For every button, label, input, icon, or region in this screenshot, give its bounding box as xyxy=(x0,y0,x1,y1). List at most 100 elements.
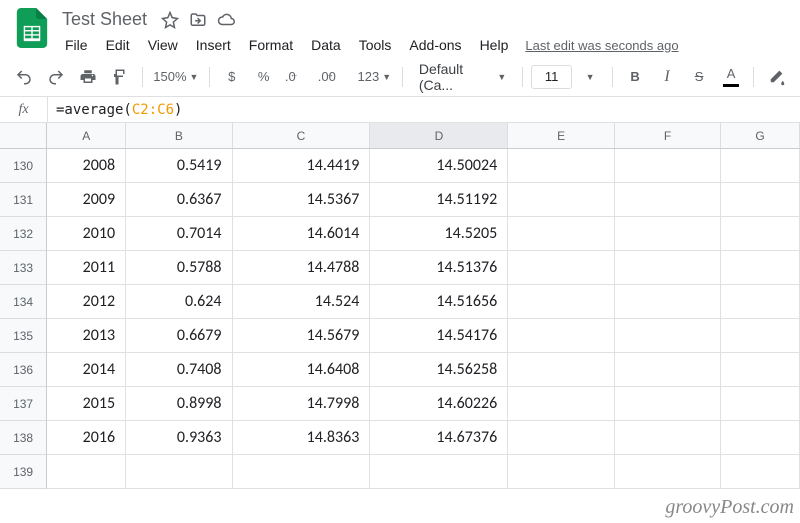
column-header-c[interactable]: C xyxy=(233,123,371,148)
cell[interactable]: 0.7408 xyxy=(126,353,232,387)
cell[interactable]: 14.50024 xyxy=(370,149,508,183)
italic-button[interactable]: I xyxy=(653,63,681,91)
cell[interactable] xyxy=(721,217,800,251)
row-header[interactable]: 134 xyxy=(0,285,47,319)
cell[interactable] xyxy=(721,149,800,183)
print-button[interactable] xyxy=(74,63,102,91)
cell[interactable]: 14.5205 xyxy=(370,217,508,251)
cell[interactable]: 14.4419 xyxy=(233,149,371,183)
cloud-status-icon[interactable] xyxy=(217,11,235,29)
cell[interactable] xyxy=(615,285,721,319)
column-header-b[interactable]: B xyxy=(126,123,232,148)
cell[interactable] xyxy=(508,251,614,285)
cell[interactable]: 14.5679 xyxy=(233,319,371,353)
cell[interactable] xyxy=(721,285,800,319)
cell[interactable] xyxy=(508,149,614,183)
row-header[interactable]: 139 xyxy=(0,455,47,489)
row-header[interactable]: 135 xyxy=(0,319,47,353)
cell[interactable] xyxy=(721,387,800,421)
zoom-dropdown[interactable]: 150%▼ xyxy=(151,63,201,91)
star-icon[interactable] xyxy=(161,11,179,29)
paint-format-button[interactable] xyxy=(106,63,134,91)
font-size-dropdown[interactable]: ▼ xyxy=(576,63,604,91)
cell[interactable]: 2013 xyxy=(47,319,126,353)
menu-tools[interactable]: Tools xyxy=(352,33,399,57)
cell[interactable] xyxy=(508,285,614,319)
format-currency-button[interactable]: $ xyxy=(218,63,246,91)
cell[interactable]: 2012 xyxy=(47,285,126,319)
cell[interactable] xyxy=(721,353,800,387)
cell[interactable] xyxy=(508,217,614,251)
row-header[interactable]: 130 xyxy=(0,149,47,183)
menu-addons[interactable]: Add-ons xyxy=(402,33,468,57)
cell[interactable] xyxy=(233,455,371,489)
menu-help[interactable]: Help xyxy=(473,33,516,57)
cell[interactable]: 0.7014 xyxy=(126,217,232,251)
undo-button[interactable] xyxy=(10,63,38,91)
column-header-e[interactable]: E xyxy=(508,123,614,148)
doc-title[interactable]: Test Sheet xyxy=(58,8,151,31)
more-formats-dropdown[interactable]: 123▼ xyxy=(355,63,394,91)
menu-view[interactable]: View xyxy=(141,33,185,57)
cell[interactable]: 14.51192 xyxy=(370,183,508,217)
cell[interactable]: 0.624 xyxy=(126,285,232,319)
cell[interactable]: 2015 xyxy=(47,387,126,421)
format-percent-button[interactable]: % xyxy=(250,63,278,91)
cell[interactable] xyxy=(615,319,721,353)
cell[interactable] xyxy=(615,183,721,217)
cell[interactable]: 0.9363 xyxy=(126,421,232,455)
fill-color-button[interactable] xyxy=(762,63,790,91)
cell[interactable]: 14.8363 xyxy=(233,421,371,455)
decrease-decimal-button[interactable]: .0← xyxy=(282,63,311,91)
cell[interactable]: 2010 xyxy=(47,217,126,251)
cell[interactable]: 14.6408 xyxy=(233,353,371,387)
redo-button[interactable] xyxy=(42,63,70,91)
bold-button[interactable]: B xyxy=(621,63,649,91)
row-header[interactable]: 136 xyxy=(0,353,47,387)
cell[interactable]: 14.67376 xyxy=(370,421,508,455)
cell[interactable]: 14.51656 xyxy=(370,285,508,319)
cell[interactable]: 14.524 xyxy=(233,285,371,319)
column-header-d[interactable]: D xyxy=(370,123,508,148)
cell[interactable] xyxy=(508,319,614,353)
cell[interactable] xyxy=(721,421,800,455)
move-folder-icon[interactable] xyxy=(189,11,207,29)
font-family-dropdown[interactable]: Default (Ca...▼ xyxy=(411,64,514,90)
text-color-button[interactable]: A xyxy=(717,63,745,91)
cell[interactable]: 2008 xyxy=(47,149,126,183)
strikethrough-button[interactable]: S xyxy=(685,63,713,91)
cell[interactable]: 14.7998 xyxy=(233,387,371,421)
menu-format[interactable]: Format xyxy=(242,33,300,57)
font-size-input[interactable]: 11 xyxy=(531,65,572,89)
row-header[interactable]: 132 xyxy=(0,217,47,251)
column-header-f[interactable]: F xyxy=(615,123,721,148)
cell[interactable] xyxy=(615,455,721,489)
cell[interactable] xyxy=(721,455,800,489)
cell[interactable]: 14.56258 xyxy=(370,353,508,387)
menu-data[interactable]: Data xyxy=(304,33,348,57)
cell[interactable] xyxy=(721,319,800,353)
cell[interactable]: 14.4788 xyxy=(233,251,371,285)
cell[interactable]: 0.6679 xyxy=(126,319,232,353)
cell[interactable]: 0.5788 xyxy=(126,251,232,285)
cell[interactable] xyxy=(508,387,614,421)
cell[interactable] xyxy=(615,353,721,387)
menu-edit[interactable]: Edit xyxy=(99,33,137,57)
cell[interactable]: 14.5367 xyxy=(233,183,371,217)
column-header-a[interactable]: A xyxy=(47,123,126,148)
cell[interactable] xyxy=(508,183,614,217)
cell[interactable]: 0.6367 xyxy=(126,183,232,217)
last-edit-link[interactable]: Last edit was seconds ago xyxy=(519,34,684,57)
cell[interactable]: 2014 xyxy=(47,353,126,387)
menu-file[interactable]: File xyxy=(58,33,95,57)
cell[interactable] xyxy=(508,455,614,489)
row-header[interactable]: 137 xyxy=(0,387,47,421)
cell[interactable]: 2009 xyxy=(47,183,126,217)
cell[interactable] xyxy=(615,149,721,183)
cell[interactable] xyxy=(508,353,614,387)
cell[interactable] xyxy=(615,251,721,285)
column-header-g[interactable]: G xyxy=(721,123,800,148)
cell[interactable]: 0.8998 xyxy=(126,387,232,421)
increase-decimal-button[interactable]: .00→ xyxy=(315,63,351,91)
cell[interactable] xyxy=(615,421,721,455)
